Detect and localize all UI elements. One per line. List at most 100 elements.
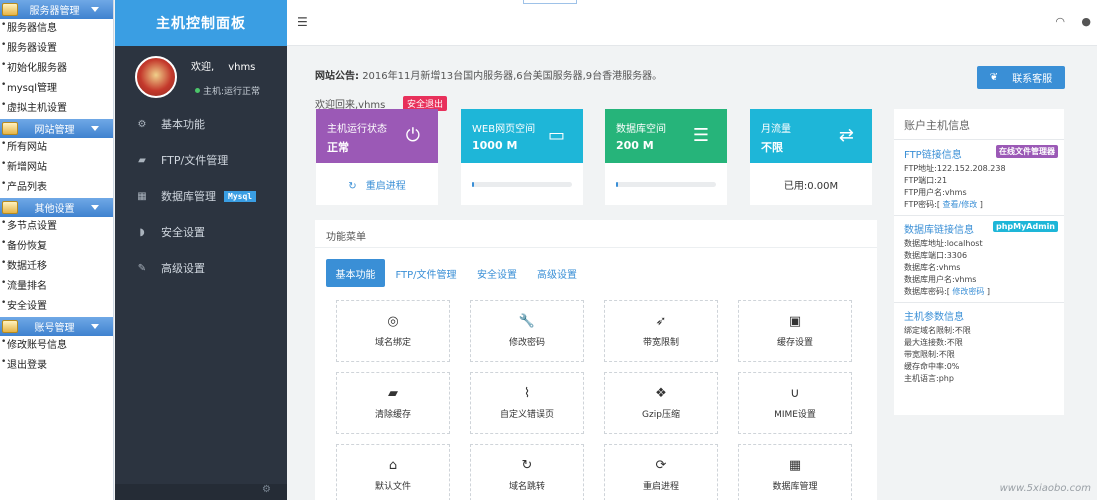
menu-group-header[interactable]: 服务器管理 xyxy=(0,0,113,19)
avatar[interactable] xyxy=(135,56,177,98)
menu-group-header[interactable]: 网站管理 xyxy=(0,119,113,138)
gears-icon: ⚙ xyxy=(137,118,147,130)
user-icon[interactable]: ● xyxy=(1081,15,1091,28)
ftp-info-line: FTP地址:122.152.208.238 xyxy=(904,164,1006,173)
ftp-password-line: FTP密码:[ 查看/修改 ] xyxy=(904,199,1059,211)
tab-2[interactable]: 安全设置 xyxy=(467,259,527,287)
function-tile[interactable]: ↻ 域名跳转 xyxy=(470,444,584,500)
menu-item[interactable]: 备份恢复 xyxy=(0,233,113,257)
function-tile[interactable]: ➶ 带宽限制 xyxy=(604,300,718,362)
stat-card: WEB网页空间 1000 M ▭ xyxy=(461,109,583,205)
function-tile-label: 域名绑定 xyxy=(374,338,411,348)
menu-group-title: 网站管理 xyxy=(34,125,75,136)
menu-item[interactable]: 多节点设置 xyxy=(0,213,113,237)
usage-text: 已用:0.00M xyxy=(783,180,839,192)
rocket-icon: ➶ xyxy=(655,314,667,329)
menu-item[interactable]: 所有网站 xyxy=(0,134,113,158)
shield-icon: ◗ xyxy=(139,226,145,238)
tab-1[interactable]: FTP/文件管理 xyxy=(385,259,467,287)
phpmyadmin-badge[interactable]: phpMyAdmin xyxy=(992,221,1058,232)
function-tile[interactable]: ▣ 缓存设置 xyxy=(738,300,852,362)
divider xyxy=(894,215,1064,216)
table-icon: ▦ xyxy=(137,190,147,202)
usage-progress-bar xyxy=(472,181,572,187)
headset-icon[interactable]: ◠ xyxy=(1055,15,1065,28)
db-info-section: 数据库链接信息 数据库地址:localhost 数据库端口:3306 数据库名:vh… xyxy=(904,221,1059,298)
function-tile[interactable]: ⟳ 重启进程 xyxy=(604,444,718,500)
power-icon: ⏻ xyxy=(405,125,420,146)
menu-item[interactable]: 退出登录 xyxy=(0,352,113,376)
dropbox-icon: ❖ xyxy=(655,386,667,401)
divider xyxy=(894,139,1064,140)
db-info-line: 数据库端口:3306 xyxy=(904,251,968,260)
wrench-icon: 🔧 xyxy=(518,314,536,329)
watermark: www.5xiaobo.com xyxy=(999,483,1091,494)
menu-item[interactable]: mysql管理 xyxy=(0,75,113,99)
account-info-panel: 账户主机信息 FTP链接信息 FTP地址:122.152.208.238 FTP端… xyxy=(894,109,1064,415)
sidebar-item[interactable]: ✎ 高级设置 xyxy=(115,250,287,286)
menu-item[interactable]: 修改账号信息 xyxy=(0,332,113,356)
sidebar-item[interactable]: ◗ 安全设置 xyxy=(115,214,287,250)
usage-progress-bar xyxy=(616,181,716,187)
host-params-section: 主机参数信息 绑定域名限制:不限 最大连接数:不限 带宽限制:不限 缓存命中率:0% 主… xyxy=(904,308,1059,385)
host-param-line: 主机语言:php xyxy=(904,374,954,383)
contact-service-button[interactable]: ❦ 联系客服 xyxy=(977,66,1065,89)
function-tile[interactable]: ▦ 数据库管理 xyxy=(738,444,852,500)
paperclip-icon: ⌇ xyxy=(523,386,531,401)
menu-item[interactable]: 服务器设置 xyxy=(0,35,113,59)
host-param-line: 缓存命中率:0% xyxy=(904,362,960,371)
function-tile-label: 默认文件 xyxy=(374,482,411,492)
menu-group-header[interactable]: 其他设置 xyxy=(0,198,113,217)
menu-item[interactable]: 虚拟主机设置 xyxy=(0,95,113,119)
menu-item[interactable]: 初始化服务器 xyxy=(0,55,113,79)
function-menu-title: 功能菜单 xyxy=(326,232,366,243)
settings-gear-icon[interactable]: ⚙ xyxy=(115,484,287,500)
ftp-password-link[interactable]: 查看/修改 xyxy=(943,200,978,209)
db-password-label: 数据库密码:[ xyxy=(904,287,950,296)
tab-3[interactable]: 高级设置 xyxy=(527,259,587,287)
menu-item[interactable]: 产品列表 xyxy=(0,174,113,198)
stat-card-footer: ↻ 重启进程 xyxy=(316,163,438,205)
announcement-label: 网站公告: xyxy=(315,71,359,82)
host-params-title[interactable]: 主机参数信息 xyxy=(904,308,1059,323)
tab-0[interactable]: 基本功能 xyxy=(326,259,385,287)
ftp-password-label: FTP密码:[ xyxy=(904,200,940,209)
db-password-link[interactable]: 修改密码 xyxy=(952,287,984,296)
account-info-title: 账户主机信息 xyxy=(904,119,970,132)
menu-group-header[interactable]: 账号管理 xyxy=(0,317,113,336)
function-tile[interactable]: ⌇ 自定义错误页 xyxy=(470,372,584,434)
database-icon: ☰ xyxy=(692,125,709,146)
sidebar-item-label: 基本功能 xyxy=(161,118,205,131)
function-tile-label: MIME设置 xyxy=(774,410,816,420)
sidebar: 主机控制面板 欢迎, vhms 主机:运行正常 ⚙ 基本功能 ▰ FTP/文件管理 ▦ 数据… xyxy=(115,0,287,500)
function-tile[interactable]: ◎ 域名绑定 xyxy=(336,300,450,362)
profile-block: 欢迎, vhms 主机:运行正常 xyxy=(115,46,287,106)
sidebar-item[interactable]: ▦ 数据库管理 Mysql xyxy=(115,178,287,214)
sidebar-item-label: 数据库管理 xyxy=(161,190,216,203)
ftp-password-end: ] xyxy=(979,200,983,209)
top-bar: ☰ ◠ ● xyxy=(287,0,1097,46)
sidebar-item[interactable]: ⚙ 基本功能 xyxy=(115,106,287,142)
menu-toggle-icon[interactable]: ☰ xyxy=(297,15,308,29)
function-tile[interactable]: ⌂ 默认文件 xyxy=(336,444,450,500)
divider xyxy=(315,247,877,248)
function-tile[interactable]: ❖ Gzip压缩 xyxy=(604,372,718,434)
function-tile[interactable]: ▰ 清除缓存 xyxy=(336,372,450,434)
globe-icon: ◎ xyxy=(387,314,399,329)
file-manager-badge[interactable]: 在线文件管理器 xyxy=(996,145,1058,158)
function-tile[interactable]: 🔧 修改密码 xyxy=(470,300,584,362)
leaf-icon: ❦ xyxy=(989,72,999,83)
menu-item[interactable]: 数据迁移 xyxy=(0,253,113,277)
menu-item[interactable]: 服务器信息 xyxy=(0,15,113,39)
restart-process-button[interactable]: ↻ 重启进程 xyxy=(348,177,406,192)
sidebar-item[interactable]: ▰ FTP/文件管理 xyxy=(115,142,287,178)
sidebar-item-label: 安全设置 xyxy=(161,226,205,239)
menu-item[interactable]: 新增网站 xyxy=(0,154,113,178)
db-info-line: 数据库地址:localhost xyxy=(904,239,983,248)
menu-item[interactable]: 安全设置 xyxy=(0,293,113,317)
menu-item[interactable]: 流量排名 xyxy=(0,273,113,297)
host-status-text: 主机:运行正常 xyxy=(203,87,261,97)
function-tile[interactable]: ∪ MIME设置 xyxy=(738,372,852,434)
contact-service-label: 联系客服 xyxy=(1012,74,1053,85)
ftp-info-line: FTP用户名:vhms xyxy=(904,188,967,197)
